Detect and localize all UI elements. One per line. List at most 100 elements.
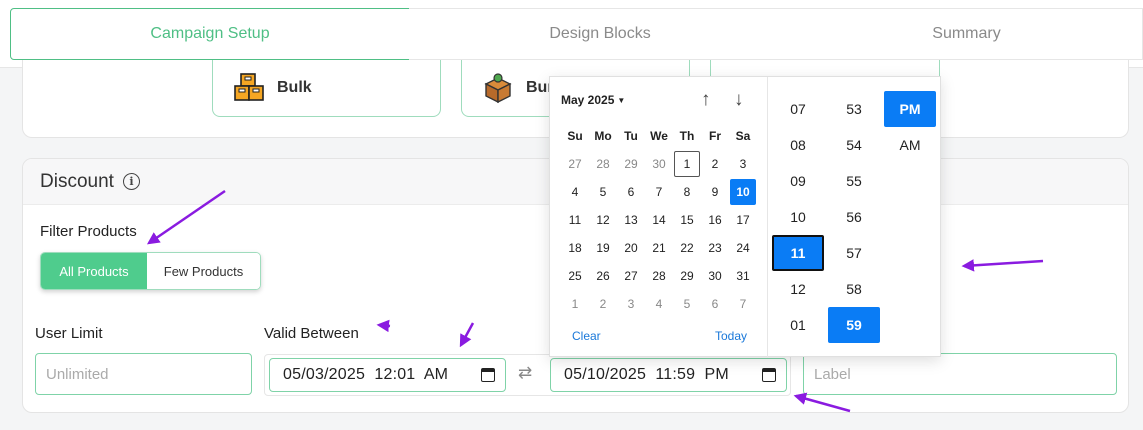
end-datetime-input[interactable]: 05/10/2025 11:59 PM: [550, 358, 787, 392]
hours-option[interactable]: 11: [772, 235, 824, 271]
calendar-day[interactable]: 22: [673, 234, 701, 262]
swap-arrows-icon: ⇄: [518, 363, 533, 382]
minutes-option[interactable]: 53: [828, 91, 880, 127]
calendar-day[interactable]: 5: [589, 178, 617, 206]
month-selector[interactable]: May 2025 ▼: [561, 93, 625, 107]
arrow-up-icon[interactable]: ↑: [701, 89, 711, 111]
calendar-grid: Su Mo Tu We Th Fr Sa 27 28 29 30 1 2 3 4 5 6 7 8 9 10 11 12 13 1…: [561, 122, 757, 318]
calendar-day[interactable]: 18: [561, 234, 589, 262]
calendar-day[interactable]: 2: [589, 290, 617, 318]
calendar-day[interactable]: 24: [729, 234, 757, 262]
calendar-day[interactable]: 26: [589, 262, 617, 290]
calendar-day[interactable]: 21: [645, 234, 673, 262]
type-option-bulk[interactable]: Bulk: [212, 60, 441, 117]
month-label: May 2025: [561, 93, 615, 107]
weekday-header: We: [650, 129, 668, 143]
hours-option[interactable]: 10: [772, 199, 824, 235]
calendar-day[interactable]: 28: [589, 150, 617, 178]
filter-all-products-button[interactable]: All Products: [41, 253, 147, 289]
clear-button[interactable]: Clear: [572, 329, 601, 343]
tab-design-blocks[interactable]: Design Blocks: [409, 8, 792, 60]
user-limit-input[interactable]: Unlimited: [35, 353, 252, 395]
calendar-day[interactable]: 4: [561, 178, 589, 206]
calendar-day[interactable]: 31: [729, 262, 757, 290]
calendar-day[interactable]: 1: [561, 290, 589, 318]
hour-column: 07 08 09 10 11 12 01: [772, 91, 824, 343]
minutes-option[interactable]: 55: [828, 163, 880, 199]
calendar-day[interactable]: 30: [701, 262, 729, 290]
boxes-icon: [234, 73, 264, 101]
calendar-day[interactable]: 1: [674, 151, 700, 177]
minutes-option[interactable]: 58: [828, 271, 880, 307]
ampm-column: PM AM: [884, 91, 936, 163]
label-input[interactable]: Label: [803, 353, 1117, 395]
tab-bar: Campaign Setup Design Blocks Summary: [0, 0, 1143, 68]
filter-few-products-button[interactable]: Few Products: [147, 253, 260, 289]
hours-option[interactable]: 07: [772, 91, 824, 127]
hours-option[interactable]: 01: [772, 307, 824, 343]
calendar-day[interactable]: 6: [701, 290, 729, 318]
calendar-icon[interactable]: [762, 368, 776, 382]
hours-option[interactable]: 08: [772, 127, 824, 163]
weekday-header: Sa: [735, 129, 751, 143]
calendar-day[interactable]: 4: [645, 290, 673, 318]
minutes-option[interactable]: 57: [828, 235, 880, 271]
calendar-day[interactable]: 14: [645, 206, 673, 234]
calendar-day[interactable]: 17: [729, 206, 757, 234]
ampm-option[interactable]: PM: [884, 91, 936, 127]
arrow-down-icon[interactable]: ↓: [734, 89, 744, 111]
today-button[interactable]: Today: [715, 329, 747, 343]
ampm-option[interactable]: AM: [884, 127, 936, 163]
calendar-day[interactable]: 7: [729, 290, 757, 318]
calendar-day[interactable]: 8: [673, 178, 701, 206]
calendar-day[interactable]: 19: [589, 234, 617, 262]
tab-summary[interactable]: Summary: [791, 8, 1143, 60]
weekday-header: Mo: [594, 129, 612, 143]
calendar-day[interactable]: 23: [701, 234, 729, 262]
minute-column: 53 54 55 56 57 58 59: [828, 91, 880, 343]
calendar-day[interactable]: 6: [617, 178, 645, 206]
calendar-day[interactable]: 15: [673, 206, 701, 234]
calendar-day[interactable]: 3: [617, 290, 645, 318]
caret-down-icon: ▼: [617, 96, 626, 105]
date-range: 05/03/2025 12:01 AM ⇄ 05/10/2025 11:59 P…: [264, 354, 791, 396]
hours-option[interactable]: 12: [772, 271, 824, 307]
datetime-picker-popup: May 2025 ▼ ↑ ↓ Su Mo Tu We Th Fr Sa 27 28 29 30 1 2 3 4…: [549, 76, 941, 358]
weekday-header: Tu: [624, 129, 638, 143]
tab-campaign-setup[interactable]: Campaign Setup: [10, 8, 410, 60]
hours-option[interactable]: 09: [772, 163, 824, 199]
minutes-option[interactable]: 59: [828, 307, 880, 343]
end-datetime-value: 05/10/2025 11:59 PM: [564, 366, 729, 383]
calendar-icon[interactable]: [481, 368, 495, 382]
calendar-day[interactable]: 12: [589, 206, 617, 234]
calendar-day[interactable]: 5: [673, 290, 701, 318]
calendar-panel: May 2025 ▼ ↑ ↓ Su Mo Tu We Th Fr Sa 27 28 29 30 1 2 3 4…: [550, 77, 768, 358]
type-label-bulk: Bulk: [277, 79, 312, 96]
user-limit-label: User Limit: [35, 325, 103, 342]
calendar-day[interactable]: 16: [701, 206, 729, 234]
start-datetime-value: 05/03/2025 12:01 AM: [283, 366, 449, 383]
weekday-header: Fr: [709, 129, 721, 143]
filter-products-toggle: All Products Few Products: [40, 252, 261, 290]
calendar-day[interactable]: 13: [617, 206, 645, 234]
calendar-day[interactable]: 30: [645, 150, 673, 178]
calendar-day[interactable]: 3: [729, 150, 757, 178]
calendar-day[interactable]: 7: [645, 178, 673, 206]
calendar-day[interactable]: 2: [701, 150, 729, 178]
calendar-day[interactable]: 25: [561, 262, 589, 290]
calendar-day[interactable]: 27: [561, 150, 589, 178]
valid-between-label: Valid Between: [264, 325, 359, 342]
calendar-day[interactable]: 27: [617, 262, 645, 290]
calendar-day[interactable]: 29: [673, 262, 701, 290]
start-datetime-input[interactable]: 05/03/2025 12:01 AM: [269, 358, 506, 392]
calendar-day[interactable]: 28: [645, 262, 673, 290]
minutes-option[interactable]: 54: [828, 127, 880, 163]
minutes-option[interactable]: 56: [828, 199, 880, 235]
calendar-day[interactable]: 11: [561, 206, 589, 234]
calendar-day[interactable]: 20: [617, 234, 645, 262]
calendar-day[interactable]: 9: [701, 178, 729, 206]
info-icon[interactable]: i: [122, 173, 140, 190]
calendar-day[interactable]: 10: [730, 179, 756, 205]
weekday-header: Th: [679, 129, 695, 143]
calendar-day[interactable]: 29: [617, 150, 645, 178]
